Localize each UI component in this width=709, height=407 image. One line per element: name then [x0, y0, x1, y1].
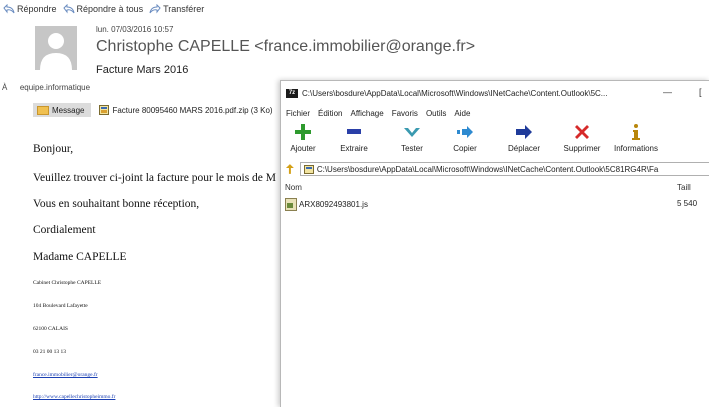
address-bar: C:\Users\bosdure\AppData\Local\Microsoft…: [281, 161, 709, 177]
to-prefix: À: [2, 83, 8, 92]
move-arrow-icon: [516, 125, 532, 139]
signature-address-2: 62100 CALAIS: [33, 326, 68, 332]
up-folder-icon[interactable]: [284, 163, 296, 175]
person-icon: [35, 26, 77, 70]
signature-phone: 03 21 00 13 13: [33, 349, 66, 355]
reply-button[interactable]: Répondre: [3, 4, 57, 14]
message-tab[interactable]: Message: [33, 103, 92, 117]
column-size[interactable]: Taill: [677, 183, 691, 192]
archive-title-bar[interactable]: 7z C:\Users\bosdure\AppData\Local\Micros…: [281, 81, 709, 105]
script-file-icon: [285, 198, 297, 211]
delete-x-icon: [575, 125, 589, 139]
column-name[interactable]: Nom: [285, 183, 302, 192]
recipient[interactable]: equipe.informatique: [20, 83, 90, 92]
archive-window: 7z C:\Users\bosdure\AppData\Local\Micros…: [280, 80, 709, 407]
body-line-1: Veuillez trouver ci-joint la facture pou…: [33, 172, 277, 184]
envelope-icon: [37, 105, 49, 115]
menu-outils[interactable]: Outils: [426, 109, 446, 118]
menu-fichier[interactable]: Fichier: [286, 109, 310, 118]
message-actions: Répondre Répondre à tous Transférer: [3, 4, 204, 14]
signature-name: Madame CAPELLE: [33, 251, 127, 263]
archive-icon: [303, 164, 314, 174]
move-button[interactable]: Déplacer: [504, 121, 544, 159]
body-line-3: Cordialement: [33, 224, 96, 236]
copy-arrow-icon: [457, 126, 473, 138]
menu-edition[interactable]: Édition: [318, 109, 342, 118]
signature-email-link[interactable]: france.immobilier@orange.fr: [33, 372, 98, 378]
body-line-2: Vous en souhaitant bonne réception,: [33, 198, 200, 210]
plus-icon: [295, 124, 311, 140]
zip-file-icon: [99, 105, 110, 115]
attachment-bar: Message Facture 80095460 MARS 2016.pdf.z…: [33, 103, 273, 117]
signature-website-link[interactable]: http://www.capellechristopheimmo.fr: [33, 394, 115, 400]
menu-aide[interactable]: Aide: [454, 109, 470, 118]
extract-button[interactable]: Extraire: [336, 121, 372, 159]
file-size: 5 540: [677, 199, 698, 208]
app-logo-icon: 7z: [286, 88, 298, 98]
path-input[interactable]: C:\Users\bosdure\AppData\Local\Microsoft…: [299, 162, 709, 176]
file-list-header: Nom Taill: [281, 180, 709, 194]
message-subject: Facture Mars 2016: [96, 64, 189, 76]
greeting: Bonjour,: [33, 143, 74, 155]
file-name: ARX8092493801.js: [299, 200, 368, 209]
reply-all-button[interactable]: Répondre à tous: [62, 4, 143, 14]
menu-bar: Fichier Édition Affichage Favoris Outils…: [281, 106, 709, 121]
window-title: C:\Users\bosdure\AppData\Local\Microsoft…: [302, 88, 608, 98]
reply-icon: [3, 4, 15, 14]
forward-button[interactable]: Transférer: [149, 4, 204, 14]
signature-address-1: 104 Boulevard Lafayette: [33, 303, 88, 309]
minus-icon: [347, 129, 361, 134]
delete-button[interactable]: Supprimer: [560, 121, 604, 159]
sender-avatar: [35, 26, 77, 70]
test-button[interactable]: Tester: [394, 121, 430, 159]
recipient-line: À equipe.informatique: [2, 83, 90, 92]
forward-icon: [149, 4, 161, 14]
reply-all-icon: [62, 4, 75, 14]
minimize-button[interactable]: —: [663, 87, 672, 97]
message-date: lun. 07/03/2016 10:57: [96, 25, 174, 34]
info-icon: [632, 124, 640, 140]
attachment-file[interactable]: Facture 80095460 MARS 2016.pdf.zip (3 Ko…: [91, 105, 273, 115]
info-button[interactable]: Informations: [608, 121, 664, 159]
sender-name[interactable]: Christophe CAPELLE <france.immobilier@or…: [96, 38, 475, 56]
file-row[interactable]: ARX8092493801.js: [285, 198, 368, 211]
menu-affichage[interactable]: Affichage: [350, 109, 383, 118]
signature-company: Cabinet Christophe CAPELLE: [33, 280, 102, 286]
check-icon: [404, 128, 420, 137]
toolbar: Ajouter Extraire Tester Copier Déplacer …: [281, 121, 709, 161]
add-button[interactable]: Ajouter: [285, 121, 321, 159]
restore-button[interactable]: [: [699, 87, 702, 97]
menu-favoris[interactable]: Favoris: [392, 109, 418, 118]
copy-button[interactable]: Copier: [447, 121, 483, 159]
